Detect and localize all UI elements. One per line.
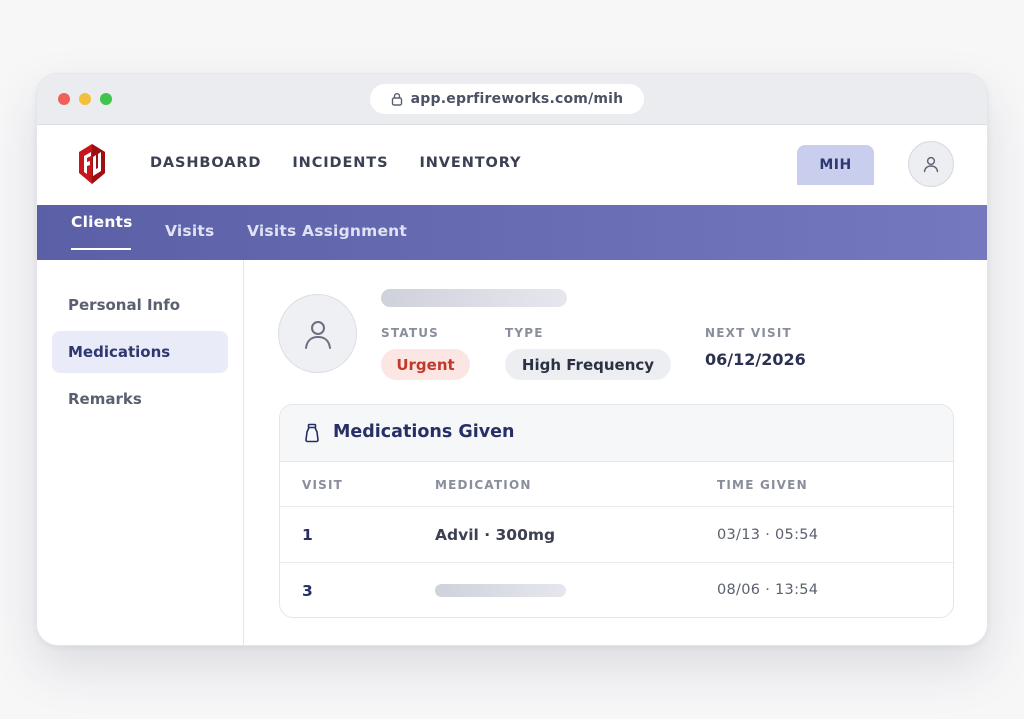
mih-button[interactable]: MIH (797, 145, 874, 185)
sidebar-item-personal-info[interactable]: Personal Info (52, 284, 228, 326)
table-row[interactable]: 3 08/06 · 13:54 (280, 562, 953, 617)
column-header-medication: MEDICATION (435, 478, 532, 492)
nav-incidents[interactable]: INCIDENTS (292, 155, 388, 171)
browser-window: app.eprfireworks.com/mih DASHBOARD INCID… (36, 73, 988, 646)
sidebar-item-remarks[interactable]: Remarks (52, 378, 228, 420)
nav-inventory[interactable]: INVENTORY (419, 155, 521, 171)
medications-card: Medications Given VISIT MEDICATION TIME … (279, 404, 954, 618)
client-name-placeholder (381, 289, 567, 307)
user-avatar[interactable] (908, 141, 954, 187)
user-icon (923, 156, 939, 173)
user-icon (304, 320, 331, 349)
main-nav: DASHBOARD INCIDENTS INVENTORY (150, 155, 521, 171)
sub-navigation: Clients Visits Visits Assignment (37, 205, 987, 260)
medications-card-title: Medications Given (333, 422, 515, 442)
tab-clients[interactable]: Clients (71, 213, 133, 231)
status-badge: Urgent (381, 349, 470, 380)
minimize-window-button[interactable] (79, 93, 91, 105)
medication-name: Advil · 300mg (435, 526, 556, 544)
status-label: STATUS (381, 326, 440, 340)
next-visit-label: NEXT VISIT (705, 326, 792, 340)
top-navbar: DASHBOARD INCIDENTS INVENTORY MIH (37, 125, 987, 205)
type-badge: High Frequency (505, 349, 671, 380)
active-tab-indicator (71, 248, 131, 250)
column-header-visit: VISIT (302, 478, 344, 492)
visit-number: 3 (302, 582, 313, 600)
table-row[interactable]: 1 Advil · 300mg 03/13 · 05:54 (280, 506, 953, 562)
medications-card-header: Medications Given (280, 405, 953, 462)
sidebar-item-medications[interactable]: Medications (52, 331, 228, 373)
next-visit-date: 06/12/2026 (705, 350, 806, 369)
close-window-button[interactable] (58, 93, 70, 105)
tab-visits[interactable]: Visits (165, 222, 214, 240)
client-avatar (278, 294, 357, 373)
visit-number: 1 (302, 526, 313, 544)
time-given: 03/13 · 05:54 (717, 527, 819, 543)
browser-titlebar: app.eprfireworks.com/mih (37, 74, 987, 125)
lock-icon (391, 93, 402, 106)
medicine-bottle-icon (305, 423, 319, 443)
medication-name-placeholder (435, 584, 566, 597)
brand-logo[interactable] (76, 143, 108, 185)
url-text: app.eprfireworks.com/mih (410, 91, 624, 107)
column-header-time-given: TIME GIVEN (717, 478, 808, 492)
address-bar[interactable]: app.eprfireworks.com/mih (370, 84, 644, 114)
maximize-window-button[interactable] (100, 93, 112, 105)
nav-dashboard[interactable]: DASHBOARD (150, 155, 261, 171)
time-given: 08/06 · 13:54 (717, 582, 819, 598)
type-label: TYPE (505, 326, 544, 340)
tab-visits-assignment[interactable]: Visits Assignment (247, 222, 407, 240)
